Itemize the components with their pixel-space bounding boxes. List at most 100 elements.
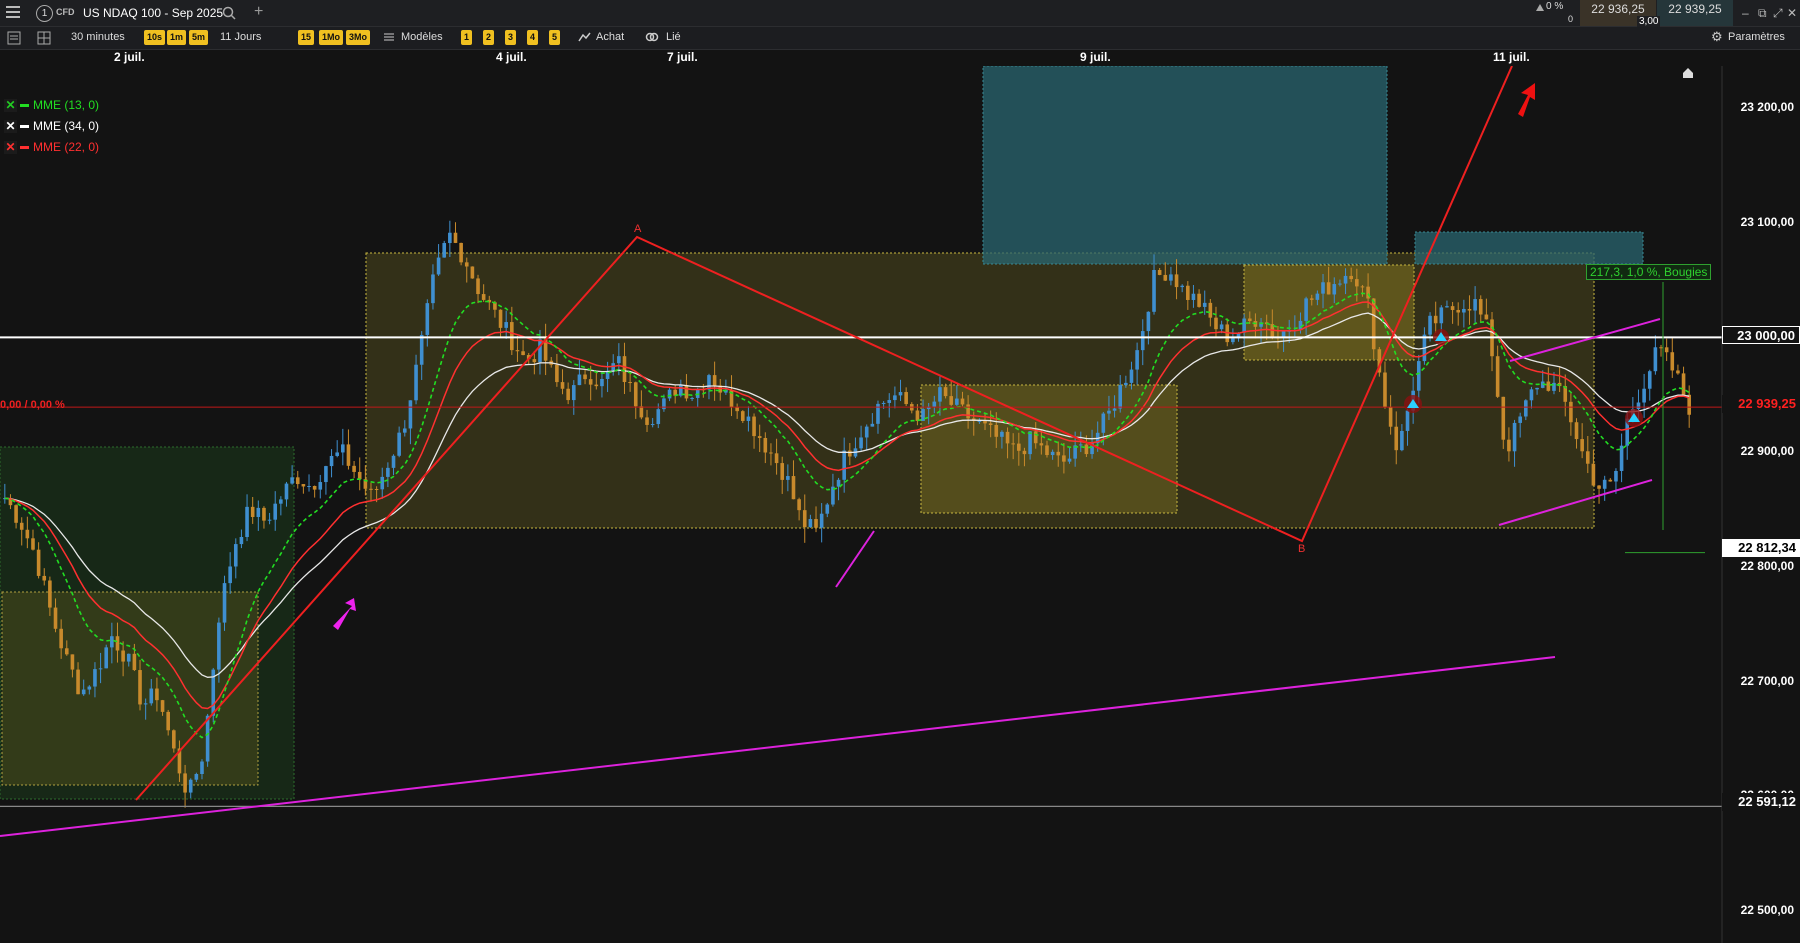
candle	[48, 580, 52, 608]
timeframe-select[interactable]: 30 minutes	[71, 31, 125, 43]
candle	[386, 467, 390, 477]
gear-icon[interactable]: ⚙	[1711, 29, 1723, 45]
candle	[126, 653, 131, 662]
candle	[1546, 381, 1551, 391]
candle	[1180, 285, 1184, 288]
price-chart[interactable]	[0, 66, 1800, 943]
candle	[194, 773, 199, 780]
pattern-label-b: B	[1298, 543, 1306, 555]
candle	[780, 463, 785, 480]
candle	[1191, 293, 1196, 300]
home-icon[interactable]	[1683, 68, 1693, 78]
close-icon[interactable]: ✕	[1787, 6, 1797, 20]
magenta-segment-1[interactable]	[835, 530, 875, 588]
triangle-up-icon	[1536, 4, 1544, 11]
remove-icon[interactable]: ✕	[4, 99, 17, 112]
candle	[977, 420, 982, 422]
x-label-2-juil: 2 juil.	[114, 50, 145, 64]
legend-mme-22[interactable]: ✕ MME (22, 0)	[4, 140, 99, 154]
ask-price-button[interactable]: 22 939,25	[1657, 0, 1733, 26]
candle	[1642, 388, 1646, 403]
models-icon[interactable]	[383, 31, 395, 43]
candle	[183, 773, 187, 793]
candle	[301, 484, 306, 487]
candle	[560, 382, 565, 389]
candle	[1124, 382, 1128, 386]
candle	[1084, 444, 1089, 455]
candle	[802, 510, 807, 528]
link-icon[interactable]	[645, 31, 659, 43]
candle	[121, 650, 125, 662]
legend-label: MME (22, 0)	[33, 140, 100, 154]
buy-icon[interactable]	[577, 31, 591, 43]
candle	[459, 242, 463, 263]
candle	[1585, 451, 1590, 464]
candle	[295, 477, 300, 485]
legend-mme-34[interactable]: ✕ MME (34, 0)	[4, 119, 99, 133]
spread-value: 3,00	[1637, 16, 1661, 27]
candle	[76, 669, 80, 695]
candle	[1062, 455, 1066, 462]
maximize-icon[interactable]: ⤢	[1773, 6, 1783, 21]
tab-number-badge: 1	[36, 5, 53, 22]
candle	[228, 566, 232, 584]
remove-icon[interactable]: ✕	[4, 120, 17, 133]
add-tab-icon[interactable]: +	[254, 3, 263, 21]
interval-1m[interactable]: 1m	[167, 30, 187, 45]
candle	[81, 689, 86, 695]
candle	[1428, 315, 1432, 335]
candle	[262, 507, 266, 521]
candle	[222, 583, 227, 623]
magenta-arrow-icon	[333, 598, 356, 630]
period-15[interactable]: 15	[298, 30, 315, 45]
candle	[1501, 396, 1506, 440]
link-button[interactable]: Lié	[666, 31, 681, 43]
zone-inner	[920, 384, 1178, 514]
settings-button[interactable]: Paramètres	[1728, 31, 1785, 43]
x-label-11-juil: 11 juil.	[1493, 50, 1530, 64]
candle	[442, 243, 447, 258]
candle	[341, 444, 345, 453]
interval-5m[interactable]: 5m	[189, 30, 209, 45]
candle	[132, 653, 137, 671]
candle	[14, 505, 18, 523]
legend-mme-13[interactable]: ✕ MME (13, 0)	[4, 98, 99, 112]
candle	[1202, 302, 1207, 307]
menu-icon[interactable]	[6, 6, 20, 18]
models-menu[interactable]: Modèles	[401, 31, 443, 43]
candle	[915, 410, 920, 421]
period-1mo[interactable]: 1Mo	[319, 30, 343, 45]
candle	[1388, 406, 1393, 427]
buy-button[interactable]: Achat	[596, 31, 624, 43]
search-icon[interactable]	[222, 6, 236, 20]
remove-icon[interactable]: ✕	[4, 141, 17, 154]
list-icon[interactable]	[7, 31, 21, 45]
interval-10s[interactable]: 10s	[144, 30, 166, 45]
candle	[1524, 400, 1528, 417]
instrument-type: CFD	[56, 7, 75, 17]
candle	[639, 406, 644, 418]
candle	[1507, 439, 1511, 452]
range-select[interactable]: 11 Jours	[220, 31, 261, 43]
minimize-icon[interactable]: –	[1742, 6, 1749, 20]
slot-2[interactable]: 2	[483, 30, 495, 45]
instrument-title[interactable]: US NDAQ 100 - Sep 2025	[83, 6, 223, 20]
detach-icon[interactable]: ⧉	[1758, 6, 1767, 21]
candle	[521, 351, 525, 356]
slot-3[interactable]: 3	[505, 30, 517, 45]
candle	[1163, 274, 1168, 281]
slot-4[interactable]: 4	[527, 30, 539, 45]
candle	[1242, 318, 1246, 333]
period-3mo[interactable]: 3Mo	[346, 30, 370, 45]
layout-icon[interactable]	[37, 31, 51, 45]
candle	[1146, 311, 1151, 332]
candle	[53, 607, 58, 629]
left-price-label: 0,00 / 0,00 %	[0, 399, 65, 411]
candle	[233, 544, 238, 567]
slot-1[interactable]: 1	[461, 30, 473, 45]
candle	[1118, 385, 1123, 409]
candle	[1529, 389, 1534, 401]
red-arrow-icon	[1518, 83, 1535, 117]
candle	[93, 669, 97, 687]
slot-5[interactable]: 5	[549, 30, 561, 45]
